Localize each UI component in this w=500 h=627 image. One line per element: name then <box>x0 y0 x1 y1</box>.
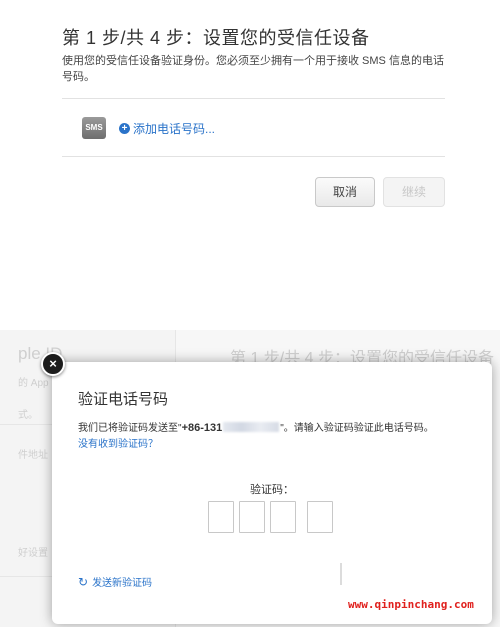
code-digit-1[interactable] <box>208 501 234 533</box>
verification-screen: ple ID 的 App 式。 件地址 好设置 第 1 步/共 4 步：设置您的… <box>0 330 500 627</box>
scrollbar[interactable] <box>340 563 342 585</box>
phone-number: +86-131 <box>181 422 223 434</box>
background-text: 好设置 <box>18 548 48 559</box>
add-phone-label: 添加电话号码... <box>133 122 216 136</box>
background-text: 的 App <box>18 378 49 389</box>
background-text: 式。 <box>18 410 38 421</box>
sms-icon: SMS <box>82 117 106 139</box>
code-digit-4[interactable] <box>307 501 333 533</box>
page-description: 使用您的受信任设备验证身份。您必须至少拥有一个用于接收 SMS 信息的电话号码。 <box>62 55 444 83</box>
divider <box>62 98 445 99</box>
code-label: 验证码： <box>250 484 294 496</box>
dialog-message: 我们已将验证码发送至"+86-131 "。请输入验证码验证此电话号码。 <box>78 419 434 434</box>
top-panel: 第 1 步/共 4 步：设置您的受信任设备 使用您的受信任设备验证身份。您必须至… <box>0 0 500 290</box>
dialog-title: 验证电话号码 <box>78 391 169 408</box>
page-title: 第 1 步/共 4 步：设置您的受信任设备 <box>62 28 370 48</box>
background-text: 件地址 <box>18 450 48 461</box>
cancel-button[interactable]: 取消 <box>315 177 375 207</box>
refresh-icon: ↻ <box>78 574 89 589</box>
redacted-digits <box>223 422 280 432</box>
resend-code-link[interactable]: ↻ 发送新验证码 <box>78 574 153 590</box>
code-digit-2[interactable] <box>239 501 265 533</box>
message-prefix: 我们已将验证码发送至" <box>78 423 182 434</box>
divider <box>62 156 445 157</box>
code-digit-3[interactable] <box>270 501 296 533</box>
no-code-link[interactable]: 没有收到验证码？ <box>78 435 158 450</box>
add-phone-link[interactable]: + 添加电话号码... <box>119 120 215 137</box>
plus-icon: + <box>119 123 130 134</box>
verify-phone-dialog: 验证电话号码 我们已将验证码发送至"+86-131 "。请输入验证码验证此电话号码… <box>52 362 492 624</box>
continue-button[interactable]: 继续 <box>383 177 445 207</box>
watermark: www.qinpinchang.com <box>348 598 474 611</box>
resend-label: 发送新验证码 <box>92 578 153 589</box>
close-icon[interactable]: × <box>41 352 65 376</box>
message-suffix: "。请输入验证码验证此电话号码。 <box>280 423 434 434</box>
